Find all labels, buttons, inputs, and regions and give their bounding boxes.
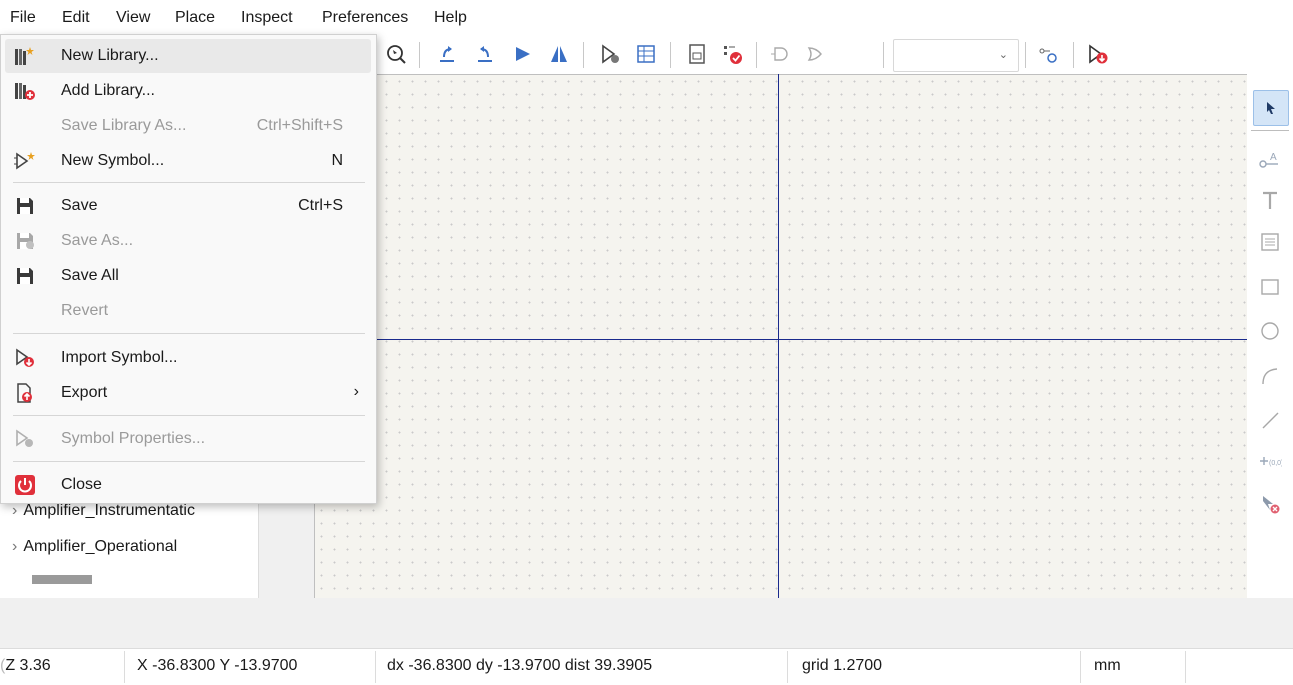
x-axis-line xyxy=(314,339,1247,340)
svg-text:(0,0): (0,0) xyxy=(1269,460,1282,467)
power-icon xyxy=(13,474,37,496)
library-item-amplifier-operational[interactable]: › Amplifier_Operational xyxy=(12,538,177,556)
add-library-icon xyxy=(13,80,37,102)
menu-item-symbol-properties[interactable]: Symbol Properties... xyxy=(5,422,371,456)
add-line-icon[interactable] xyxy=(1253,403,1287,437)
new-symbol-icon xyxy=(13,150,37,172)
y-axis-line xyxy=(778,74,779,598)
symbol-properties-icon xyxy=(13,428,37,450)
expand-icon[interactable]: › xyxy=(12,538,17,555)
pin-link-icon[interactable] xyxy=(1035,41,1061,67)
menu-item-revert[interactable]: Revert xyxy=(5,294,371,328)
menu-item-save-as[interactable]: Save As... xyxy=(5,224,371,258)
add-circle-icon[interactable] xyxy=(1253,314,1287,348)
rotate-cw-icon[interactable] xyxy=(472,41,498,67)
menu-preferences[interactable]: Preferences xyxy=(322,9,408,27)
chevron-down-icon: ⌄ xyxy=(998,49,1008,61)
save-all-icon xyxy=(13,265,37,287)
add-arc-icon[interactable] xyxy=(1253,359,1287,393)
menu-item-new-symbol[interactable]: New Symbol... N xyxy=(5,144,371,178)
import-symbol-icon xyxy=(13,347,37,369)
zoom-selection-icon[interactable] xyxy=(383,41,409,67)
unit-selector[interactable]: ⌄ xyxy=(893,39,1019,72)
status-bar: (Z 3.36 X -36.8300 Y -13.9700 dx -36.830… xyxy=(0,648,1293,685)
import-symbol-icon[interactable] xyxy=(1085,41,1111,67)
zoom-readout: (Z 3.36 xyxy=(0,657,51,674)
menu-item-new-library[interactable]: New Library... xyxy=(5,39,371,73)
export-icon xyxy=(13,382,37,404)
menu-item-save-all[interactable]: Save All xyxy=(5,259,371,293)
save-as-icon xyxy=(13,230,37,252)
new-library-icon xyxy=(13,45,37,67)
datasheet-icon[interactable] xyxy=(684,41,710,67)
drawing-canvas[interactable] xyxy=(314,74,1248,599)
menu-item-import-symbol[interactable]: Import Symbol... xyxy=(5,341,371,375)
de-morgan-alternate-icon[interactable] xyxy=(802,41,828,67)
add-pin-icon[interactable]: A xyxy=(1253,144,1287,178)
menu-file[interactable]: File xyxy=(10,9,36,27)
anchor-icon[interactable]: (0,0) xyxy=(1253,445,1287,479)
menu-place[interactable]: Place xyxy=(175,9,215,27)
expand-icon[interactable]: › xyxy=(12,502,17,519)
mirror-vertical-icon[interactable] xyxy=(510,41,536,67)
right-toolbar: A (0,0) xyxy=(1247,74,1293,598)
svg-text:A: A xyxy=(1270,152,1277,163)
symbol-checker-icon[interactable] xyxy=(719,41,745,67)
add-textbox-icon[interactable] xyxy=(1253,225,1287,259)
library-item-amplifier-instrumentation[interactable]: › Amplifier_Instrumentatic xyxy=(12,502,195,520)
submenu-arrow-icon: › xyxy=(353,383,359,400)
delta-readout: dx -36.8300 dy -13.9700 dist 39.3905 xyxy=(387,657,653,674)
units-readout: mm xyxy=(1094,657,1121,674)
select-icon[interactable] xyxy=(1253,90,1289,126)
menu-item-save[interactable]: Save Ctrl+S xyxy=(5,189,371,223)
menu-inspect[interactable]: Inspect xyxy=(241,9,293,27)
menu-view[interactable]: View xyxy=(116,9,150,27)
pin-table-icon[interactable] xyxy=(633,41,659,67)
file-menu-dropdown: New Library... Add Library... Save Libra… xyxy=(0,34,377,504)
de-morgan-standard-icon[interactable] xyxy=(767,41,793,67)
message-panel xyxy=(0,598,1293,648)
cursor-position-readout: X -36.8300 Y -13.9700 xyxy=(137,657,298,674)
menu-item-close[interactable]: Close xyxy=(5,468,371,502)
rotate-ccw-icon[interactable] xyxy=(434,41,460,67)
add-rectangle-icon[interactable] xyxy=(1253,270,1287,304)
menu-item-export[interactable]: Export › xyxy=(5,376,371,410)
horizontal-scrollbar[interactable] xyxy=(32,575,92,584)
menu-item-add-library[interactable]: Add Library... xyxy=(5,74,371,108)
menu-bar: File Edit View Place Inspect Preferences… xyxy=(0,0,1293,34)
symbol-properties-icon[interactable] xyxy=(597,41,623,67)
save-icon xyxy=(13,195,37,217)
menu-help[interactable]: Help xyxy=(434,9,467,27)
add-text-icon[interactable] xyxy=(1253,184,1287,218)
mirror-horizontal-icon[interactable] xyxy=(546,41,572,67)
delete-tool-icon[interactable] xyxy=(1253,487,1287,521)
menu-item-save-library-as[interactable]: Save Library As... Ctrl+Shift+S xyxy=(5,109,371,143)
grid-readout: grid 1.2700 xyxy=(802,657,883,674)
menu-edit[interactable]: Edit xyxy=(62,9,90,27)
